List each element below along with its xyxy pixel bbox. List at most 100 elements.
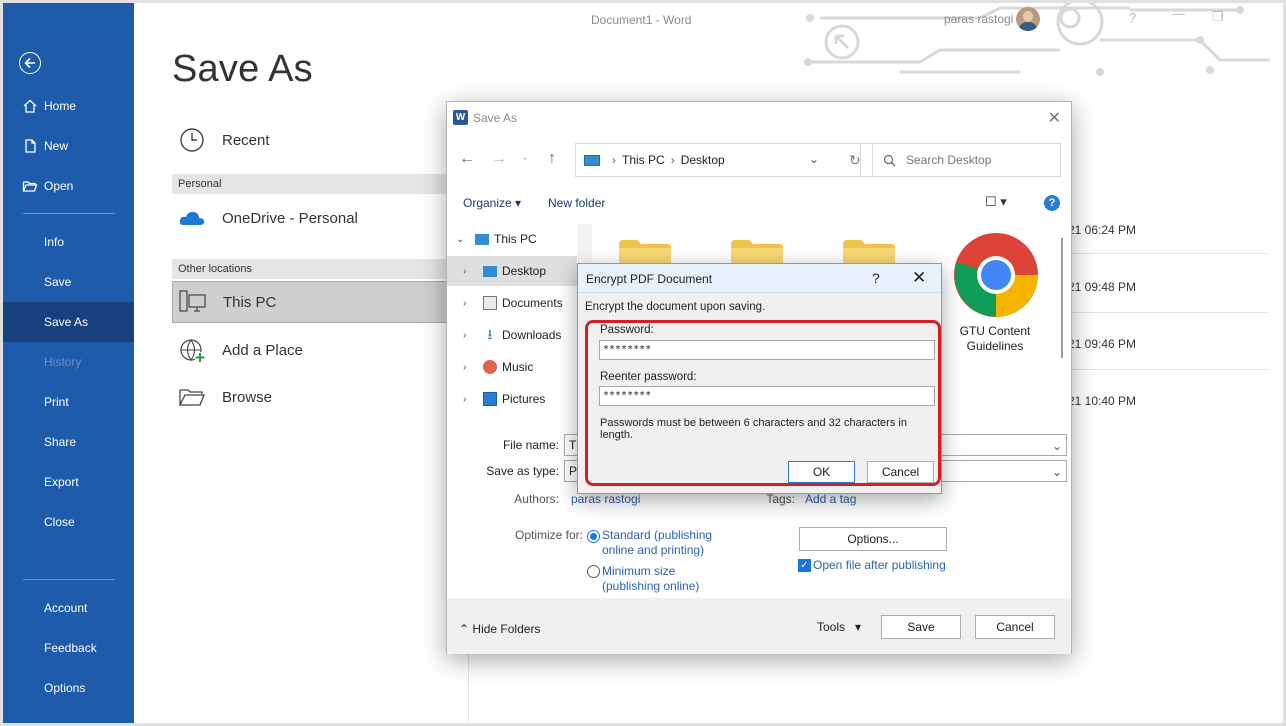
view-options-icon[interactable]: ☐ ▾ — [985, 194, 1007, 210]
sidebar-item-history: History — [3, 342, 134, 382]
chevron-right-icon[interactable]: › — [463, 298, 466, 309]
sidebar-item-label: Options — [44, 681, 86, 695]
chevron-right-icon[interactable]: › — [463, 362, 466, 373]
sidebar-item-label: Close — [44, 515, 75, 529]
tree-item-this-pc[interactable]: ⌄ This PC — [447, 224, 577, 254]
tree-item-pictures[interactable]: › Pictures — [447, 384, 577, 414]
location-recent[interactable]: Recent — [172, 122, 448, 158]
add-tag-link[interactable]: Add a tag — [805, 492, 856, 506]
authors-value[interactable]: paras rastogi — [571, 492, 640, 506]
chevron-right-icon[interactable]: › — [463, 394, 466, 405]
open-after-checkbox[interactable]: ✓ — [798, 559, 811, 572]
file-item-label[interactable]: GTU Content Guidelines — [947, 324, 1043, 354]
sidebar-item-share[interactable]: Share — [3, 422, 134, 462]
sidebar-item-home[interactable]: Home — [3, 86, 134, 126]
recent-time: 21 09:46 PM — [1068, 337, 1137, 351]
list-divider — [1068, 253, 1268, 254]
encrypt-pdf-dialog: Encrypt PDF Document ? ✕ Encrypt the doc… — [577, 263, 942, 494]
authors-label: Authors: — [514, 492, 559, 506]
chevron-right-icon[interactable]: › — [463, 330, 466, 341]
sidebar-item-label: Share — [44, 435, 77, 449]
search-input[interactable]: Search Desktop — [872, 143, 1061, 177]
minimize-button[interactable]: — — [1172, 6, 1185, 21]
new-folder-button[interactable]: New folder — [548, 196, 605, 210]
restore-button[interactable]: ❐ — [1212, 9, 1224, 25]
help-icon[interactable]: ? — [1044, 195, 1060, 211]
avatar[interactable] — [1016, 7, 1040, 31]
open-after-label[interactable]: Open file after publishing — [813, 558, 946, 572]
standard-radio[interactable] — [587, 530, 600, 543]
tree-label: This PC — [494, 232, 537, 246]
location-add-a-place[interactable]: Add a Place — [172, 332, 448, 368]
options-button[interactable]: Options... — [799, 527, 947, 551]
tree-label: Music — [502, 360, 534, 374]
location-onedrive[interactable]: OneDrive - Personal — [172, 200, 448, 236]
location-label: Add a Place — [222, 341, 303, 359]
dialog-toolbar: Organize ▾ New folder ☐ ▾ ? — [447, 188, 1071, 218]
ok-button[interactable]: OK — [788, 461, 855, 483]
reenter-password-field[interactable]: ******** — [599, 386, 935, 406]
sidebar-item-account[interactable]: Account — [3, 588, 134, 628]
hide-folders-button[interactable]: ⌃ Hide Folders — [459, 622, 540, 636]
back-arrow-icon[interactable] — [19, 52, 41, 74]
standard-option-label[interactable]: Standard (publishing — [602, 528, 712, 542]
sidebar-item-print[interactable]: Print — [3, 382, 134, 422]
close-icon[interactable]: ✕ — [912, 268, 926, 288]
password-field[interactable]: ******** — [599, 340, 935, 360]
sidebar-item-label: Export — [44, 475, 79, 489]
back-arrow-icon[interactable]: ← — [459, 150, 475, 168]
sidebar-item-save-as[interactable]: Save As — [3, 302, 134, 342]
close-icon[interactable]: ✕ — [1048, 108, 1061, 128]
chrome-icon[interactable] — [953, 230, 1039, 320]
recent-time: 21 09:48 PM — [1068, 280, 1137, 294]
sidebar-item-label: Info — [44, 235, 65, 249]
location-browse[interactable]: Browse — [172, 379, 448, 415]
sidebar-item-label: Feedback — [44, 641, 97, 655]
cancel-button[interactable]: Cancel — [975, 615, 1055, 639]
chevron-right-icon[interactable]: › — [463, 266, 466, 277]
sidebar-item-label: History — [44, 355, 82, 369]
help-icon[interactable]: ? — [1129, 10, 1136, 25]
standard-option-label-2[interactable]: online and printing) — [602, 543, 704, 557]
pictures-icon — [483, 392, 497, 406]
sidebar-item-save[interactable]: Save — [3, 262, 134, 302]
computer-icon — [475, 234, 489, 245]
forward-arrow-icon[interactable]: → — [491, 150, 507, 168]
sidebar-item-new[interactable]: New — [3, 126, 134, 166]
save-as-type-label: Save as type: — [486, 464, 559, 478]
tree-item-downloads[interactable]: › ⭳ Downloads — [447, 320, 577, 350]
up-arrow-icon[interactable]: ↑ — [548, 150, 556, 168]
tools-menu[interactable]: Tools ▾ — [817, 620, 861, 634]
computer-icon — [584, 154, 600, 166]
minimum-option-label-2[interactable]: (publishing online) — [602, 579, 699, 593]
user-name[interactable]: paras rastogi — [944, 12, 1013, 26]
encrypt-cancel-button[interactable]: Cancel — [867, 461, 934, 483]
sidebar-item-export[interactable]: Export — [3, 462, 134, 502]
minimum-option-label[interactable]: Minimum size — [602, 564, 675, 578]
sidebar-item-options[interactable]: Options — [3, 668, 134, 708]
breadcrumb-this-pc[interactable]: This PC — [622, 153, 665, 167]
organize-button[interactable]: Organize ▾ — [463, 196, 521, 210]
location-this-pc[interactable]: This PC — [172, 281, 448, 323]
chevron-down-icon[interactable]: ⌄ — [456, 234, 464, 245]
refresh-icon[interactable]: ↻ — [849, 152, 861, 169]
encrypt-intro: Encrypt the document upon saving. — [585, 301, 766, 313]
tree-item-music[interactable]: › Music — [447, 352, 577, 382]
computer-icon — [179, 290, 206, 312]
chevron-down-icon[interactable]: ⌄ — [521, 152, 529, 163]
scrollbar[interactable] — [1061, 238, 1063, 358]
sidebar-item-feedback[interactable]: Feedback — [3, 628, 134, 668]
sidebar-item-open[interactable]: Open — [3, 166, 134, 206]
sidebar-item-info[interactable]: Info — [3, 222, 134, 262]
page-title: Save As — [172, 48, 313, 90]
minimum-size-radio[interactable] — [587, 565, 600, 578]
save-button[interactable]: Save — [881, 615, 961, 639]
sidebar-item-close[interactable]: Close — [3, 502, 134, 542]
help-icon[interactable]: ? — [872, 270, 880, 286]
tree-item-desktop[interactable]: › Desktop — [447, 256, 577, 286]
tree-item-documents[interactable]: › Documents — [447, 288, 577, 318]
sidebar-item-label: Account — [44, 601, 88, 615]
password-length-note: Passwords must be between 6 characters a… — [600, 417, 907, 441]
breadcrumb-desktop[interactable]: Desktop — [681, 153, 725, 167]
history-dropdown-icon[interactable]: ⌄ — [809, 152, 819, 166]
